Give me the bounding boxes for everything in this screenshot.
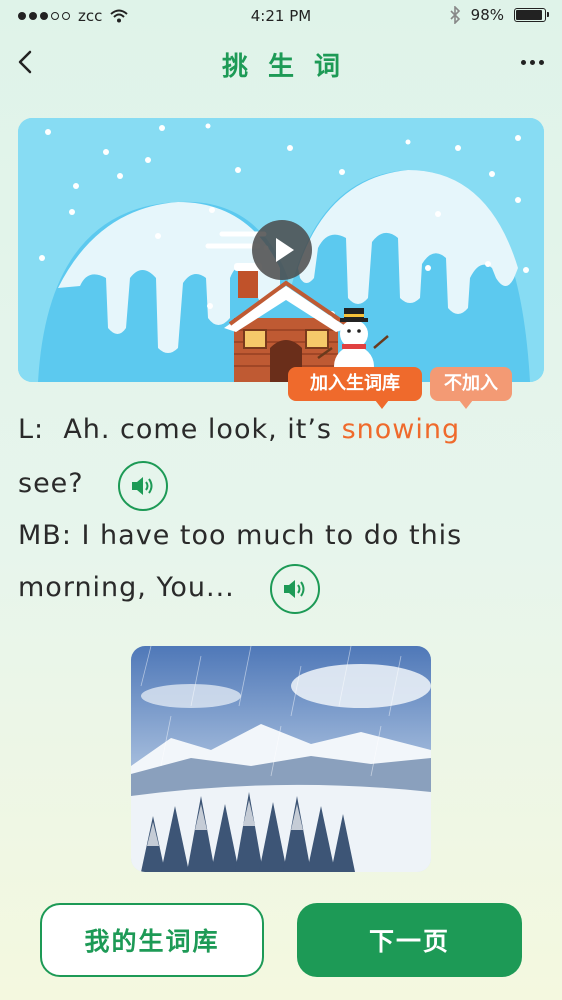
play-icon[interactable] [252, 220, 312, 280]
status-bar: zcc 4:21 PM 98% [0, 0, 562, 32]
speaker-label: MB: [18, 520, 72, 551]
my-vocab-button[interactable]: 我的生词库 [40, 903, 264, 977]
speaker-icon[interactable] [118, 461, 168, 511]
page-title: 挑生词 [221, 52, 360, 82]
snow-landscape-image [131, 646, 431, 872]
next-page-button[interactable]: 下一页 [297, 903, 522, 977]
add-to-vocab-button[interactable]: 加入生词库 [288, 367, 422, 409]
speaker-icon[interactable] [270, 564, 320, 614]
dialogue-text: Ah. come look, it’s [63, 414, 332, 445]
dialogue-line-1: L: Ah. come look, it’s snowing [18, 414, 460, 445]
dialogue-line-2-continuation: morning, You... [18, 572, 235, 603]
ellipsis-icon[interactable] [521, 60, 544, 65]
highlighted-word[interactable]: snowing [342, 414, 461, 445]
skip-word-button[interactable]: 不加入 [430, 367, 512, 409]
nav-header: 挑生词 [0, 40, 562, 84]
dialogue-line-1-continuation: see? [18, 468, 84, 499]
dialogue-text: I have too much to do this [81, 520, 463, 551]
battery-icon [514, 8, 549, 22]
dialogue-line-2: MB: I have too much to do this [18, 520, 462, 551]
bluetooth-icon [450, 6, 460, 24]
battery-percent: 98% [470, 6, 504, 24]
speaker-label: L: [18, 414, 45, 445]
